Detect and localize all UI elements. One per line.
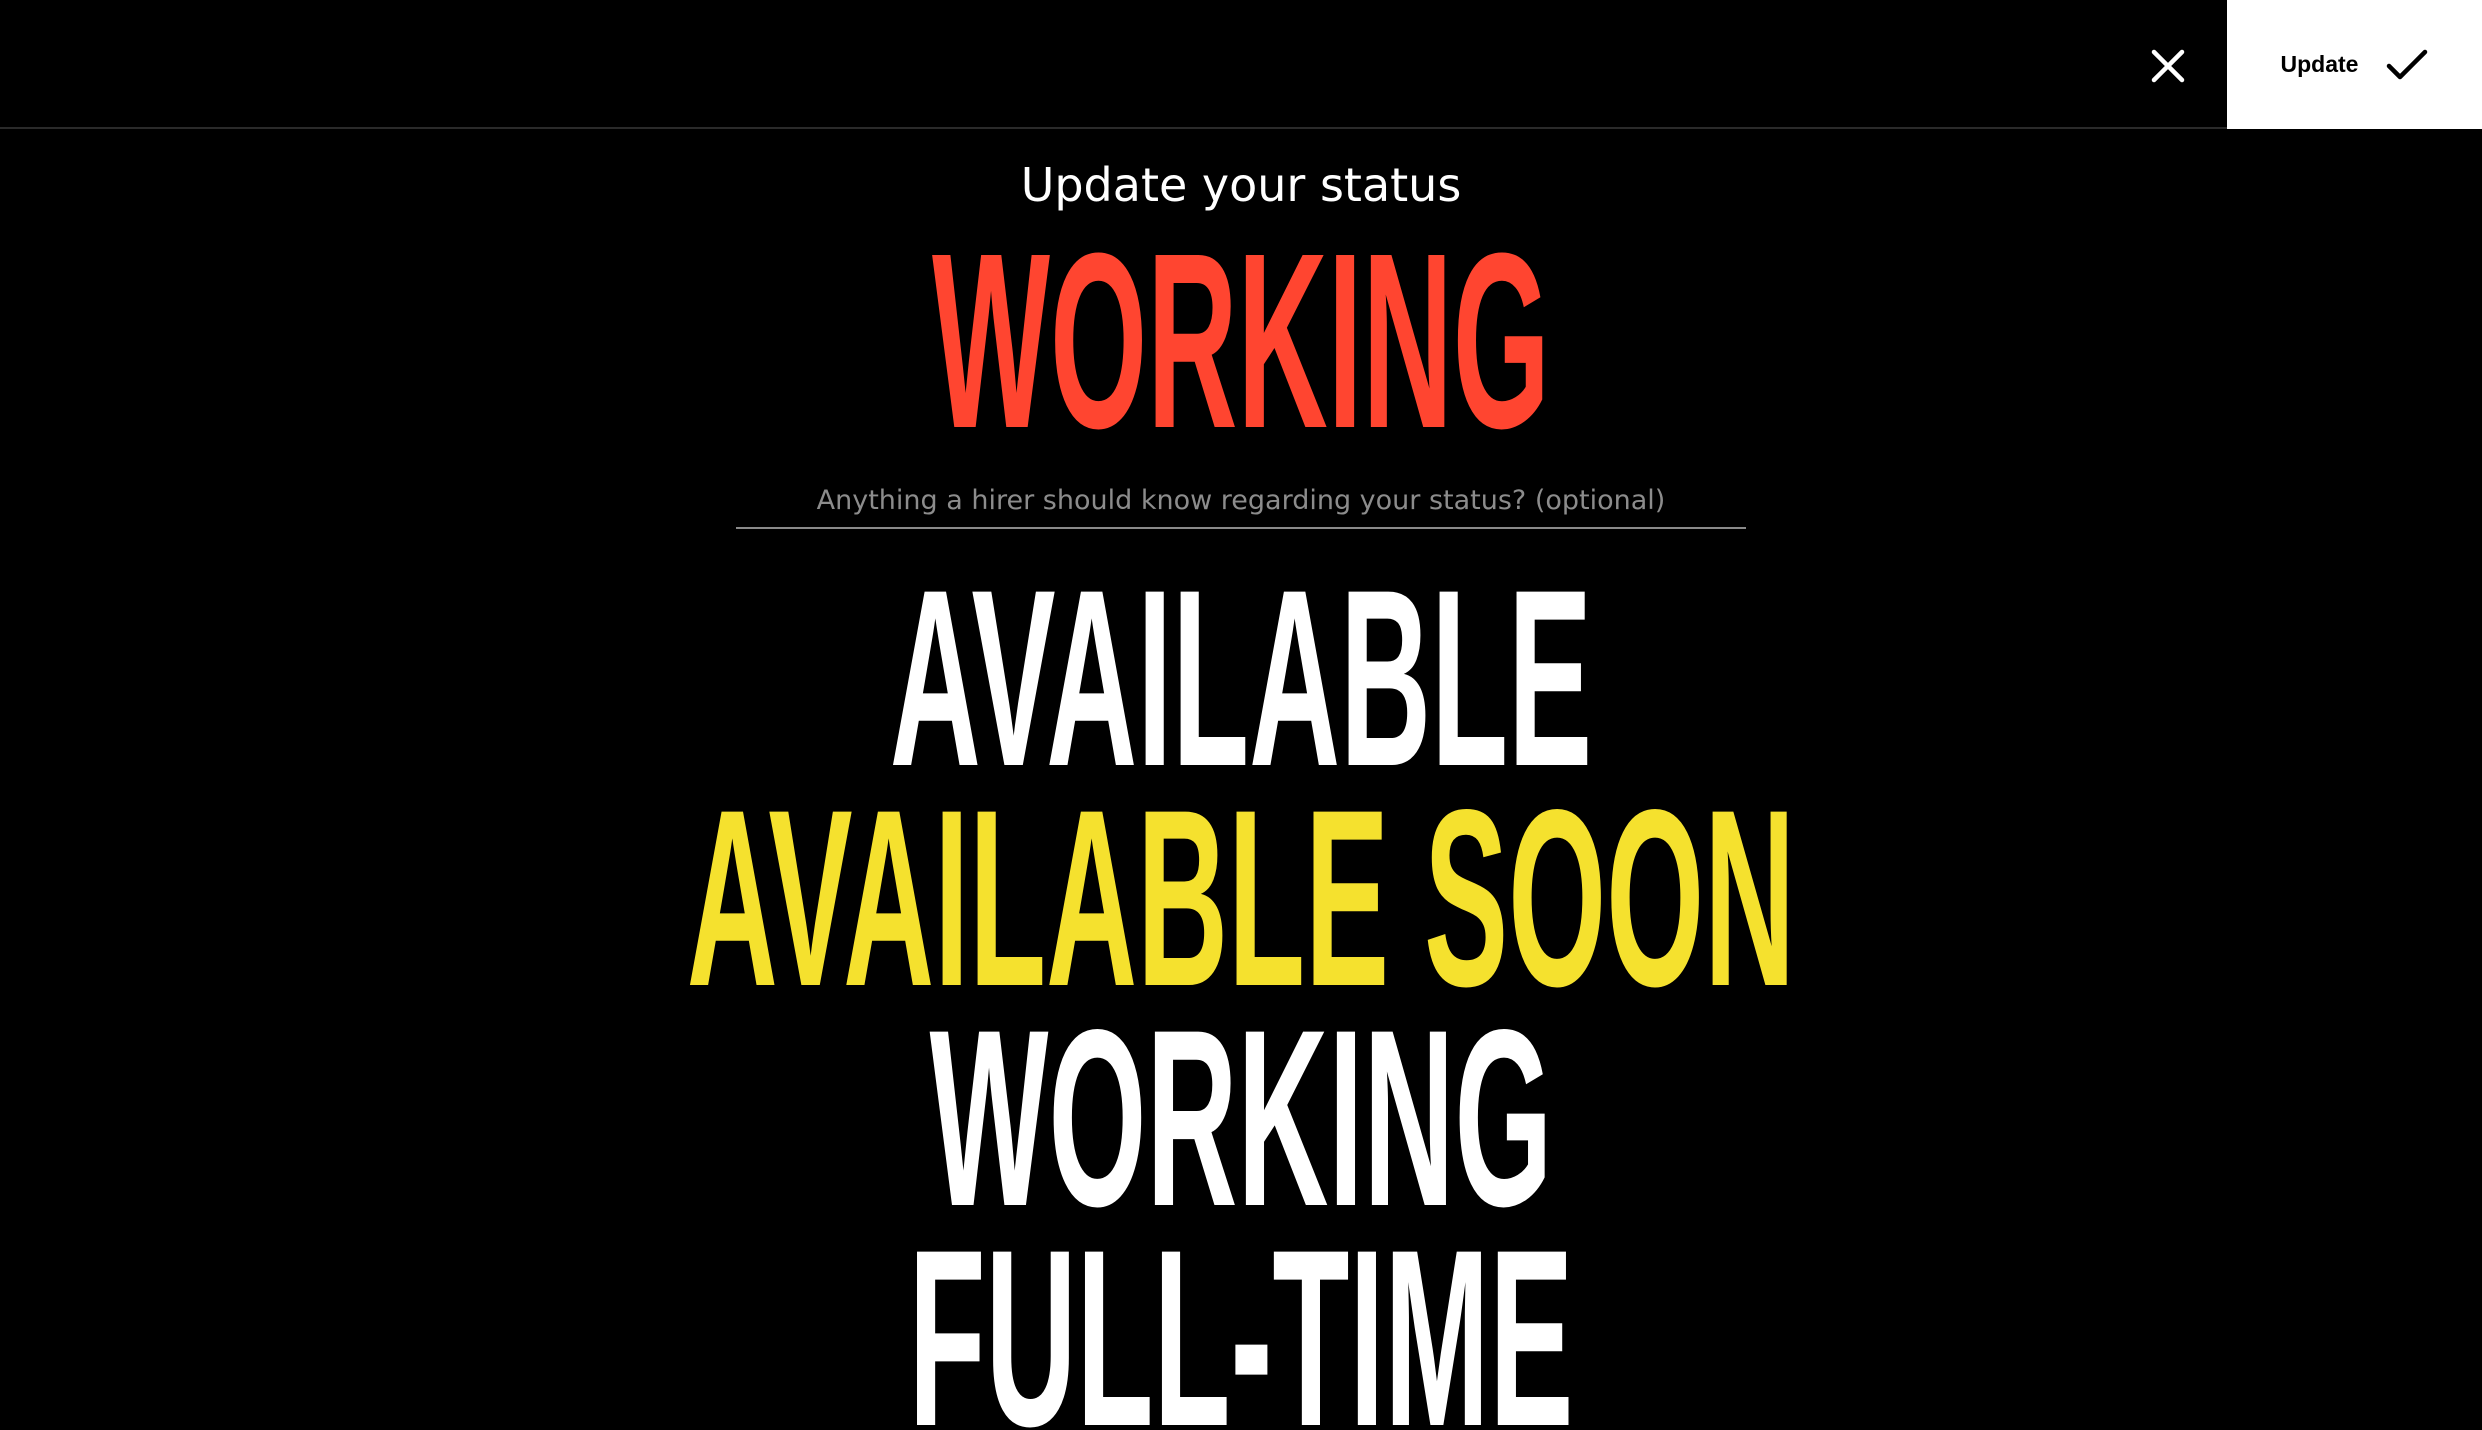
status-options-list: AVAILABLE AVAILABLE SOON WORKING FULL-TI… bbox=[0, 553, 2482, 1430]
status-option-available-soon[interactable]: AVAILABLE SOON bbox=[621, 773, 1862, 1025]
close-icon bbox=[2151, 49, 2185, 83]
status-note-input[interactable] bbox=[736, 473, 1746, 529]
top-bar: Update bbox=[0, 0, 2482, 129]
checkmark-icon bbox=[2387, 49, 2428, 79]
current-status: WORKING bbox=[932, 201, 1550, 480]
status-option-working[interactable]: WORKING bbox=[621, 993, 1862, 1245]
update-button-label: Update bbox=[2280, 51, 2359, 77]
update-button[interactable]: Update bbox=[2227, 0, 2482, 129]
close-button[interactable] bbox=[2140, 38, 2196, 94]
status-option-available[interactable]: AVAILABLE bbox=[621, 553, 1862, 805]
status-option-full-time[interactable]: FULL-TIME bbox=[621, 1213, 1862, 1430]
status-panel: Update your status WORKING AVAILABLE AVA… bbox=[0, 129, 2482, 1430]
